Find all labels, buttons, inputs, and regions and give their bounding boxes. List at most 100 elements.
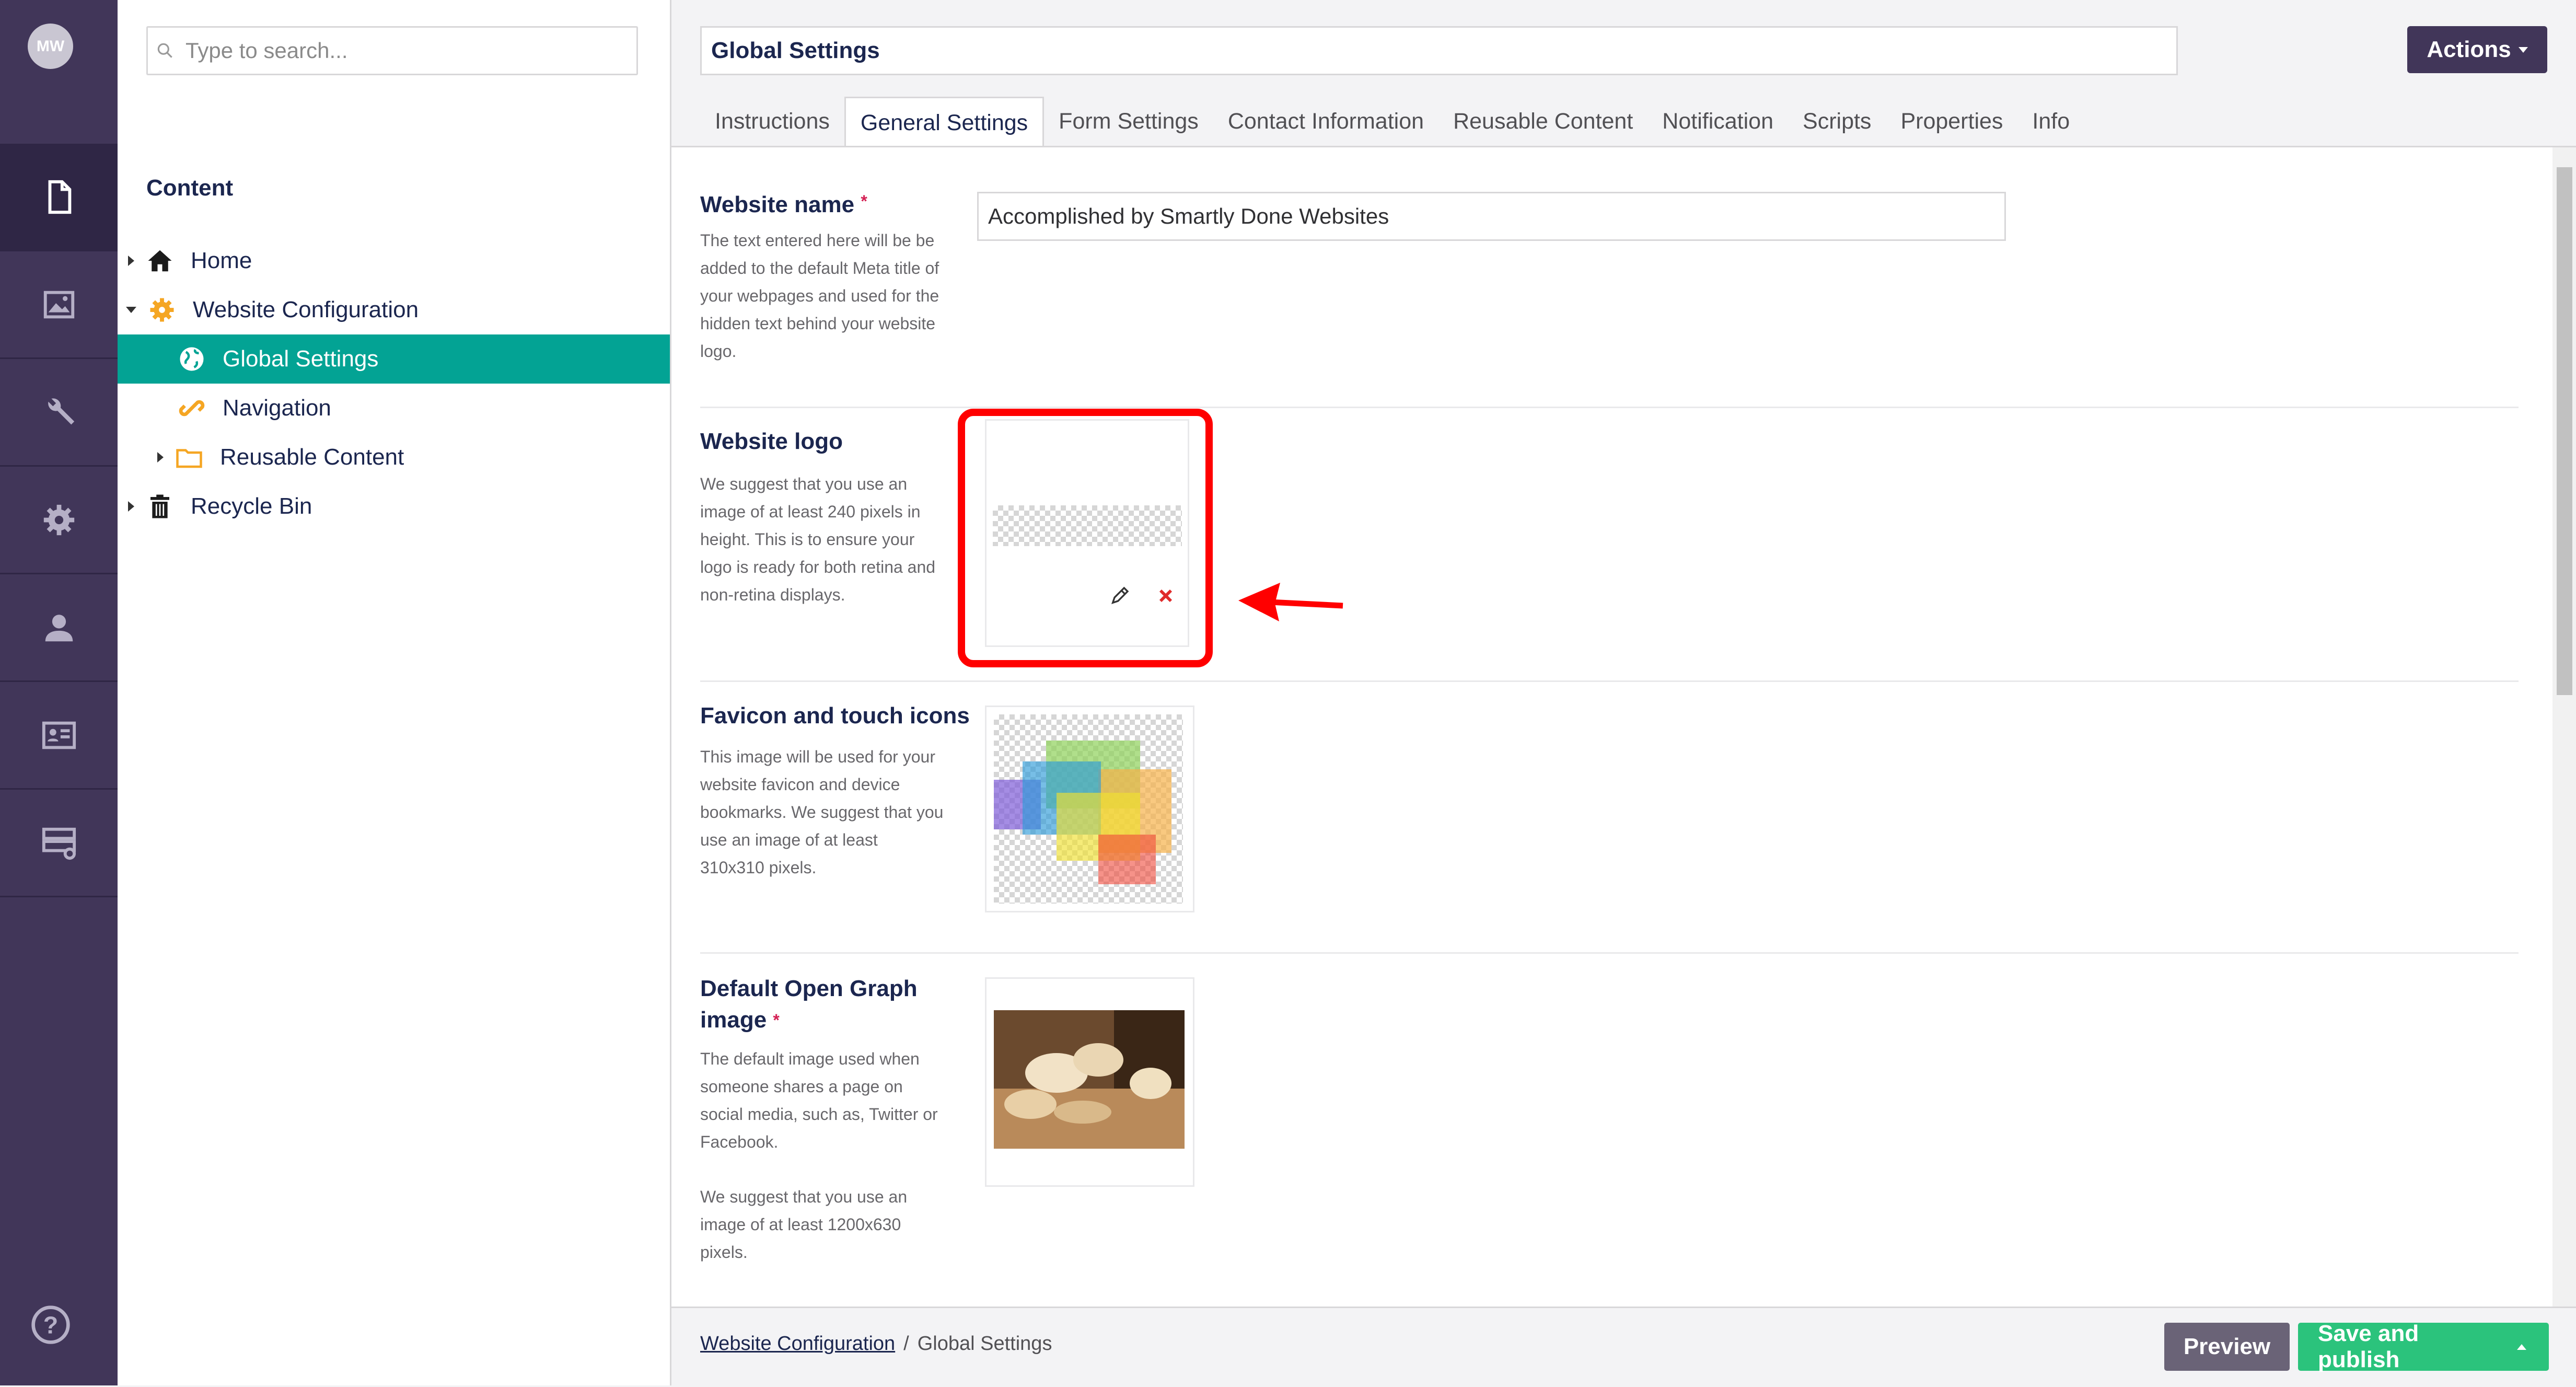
caret-right-icon[interactable] [128, 501, 134, 512]
website-name-description: The text entered here will be be added t… [700, 231, 939, 361]
gear-icon [150, 298, 174, 322]
actions-label: Actions [2427, 37, 2511, 62]
tree-item-label: Home [191, 248, 252, 273]
trash-icon [150, 494, 169, 518]
caret-right-icon[interactable] [157, 452, 164, 463]
field-divider [700, 680, 2519, 682]
favicon-image [994, 741, 1171, 884]
website-logo-label: Website logo [700, 429, 843, 454]
home-icon [148, 250, 172, 272]
tab-reusable-content[interactable]: Reusable Content [1438, 97, 1647, 146]
tree-search-input[interactable]: Type to search... [146, 26, 638, 75]
rail-users[interactable] [0, 574, 118, 682]
og-image-size-hint: We suggest that you use an image of at l… [700, 1187, 908, 1262]
tab-form-settings[interactable]: Form Settings [1044, 97, 1213, 146]
folder-icon [176, 449, 202, 468]
tab-general-settings[interactable]: General Settings [844, 97, 1045, 147]
required-marker: * [773, 1011, 780, 1030]
wrench-icon [48, 398, 74, 424]
publish-label: Save and publish [2318, 1321, 2419, 1372]
avatar-initials: MW [36, 37, 65, 55]
caret-right-icon[interactable] [128, 256, 134, 266]
user-avatar[interactable]: MW [28, 24, 73, 69]
tab-label: Scripts [1803, 108, 1872, 134]
save-and-publish-button[interactable]: Save and publish [2298, 1321, 2549, 1372]
tab-label: Properties [1900, 108, 2003, 134]
field-divider [700, 407, 2519, 408]
rail-members[interactable] [0, 682, 118, 790]
tab-bar: Instructions General Settings Form Setti… [700, 97, 2084, 147]
tree-item-label: Recycle Bin [191, 493, 312, 519]
tree-item-label: Navigation [223, 395, 331, 421]
link-icon [179, 400, 205, 417]
required-marker: * [861, 192, 867, 211]
annotation-highlight-box [958, 409, 1213, 667]
document-icon [48, 180, 71, 214]
tree-item-global-settings[interactable]: Global Settings [118, 334, 670, 384]
tab-label: Form Settings [1059, 108, 1199, 134]
favicon-card[interactable] [985, 706, 1194, 912]
image-icon [43, 291, 74, 318]
caret-down-icon[interactable] [126, 307, 136, 313]
tree-item-recycle-bin[interactable]: Recycle Bin [118, 482, 670, 531]
tab-info[interactable]: Info [2017, 97, 2084, 146]
breadcrumb-parent-link[interactable]: Website Configuration [700, 1333, 895, 1355]
preview-button[interactable]: Preview [2164, 1323, 2290, 1371]
svg-text:?: ? [43, 1312, 59, 1339]
rail-media[interactable] [0, 251, 118, 359]
tree-item-label: Reusable Content [220, 444, 404, 470]
tree-item-reusable-content[interactable]: Reusable Content [118, 433, 670, 482]
favicon-thumbnail[interactable] [994, 714, 1183, 904]
page-title-input[interactable]: Global Settings [700, 26, 2178, 75]
tab-scripts[interactable]: Scripts [1788, 97, 1886, 146]
og-image-card[interactable] [985, 977, 1194, 1187]
user-icon [45, 614, 73, 641]
page-title: Global Settings [711, 38, 880, 63]
tab-properties[interactable]: Properties [1886, 97, 2017, 146]
annotation-arrow-icon [1238, 583, 1343, 621]
website-name-label: Website name * [700, 192, 867, 218]
tab-instructions[interactable]: Instructions [700, 97, 844, 146]
field-divider [700, 952, 2519, 954]
field-label: Default Open Graph image [700, 976, 918, 1033]
breadcrumb-separator: / [903, 1333, 909, 1355]
search-icon [157, 43, 172, 58]
rail-forms[interactable] [0, 790, 118, 897]
tree-item-label: Website Configuration [193, 297, 419, 322]
rail-settings[interactable] [0, 359, 118, 467]
editor-pane: Website name * The text entered here wil… [671, 147, 2552, 1307]
help-icon[interactable]: ? [30, 1304, 72, 1346]
editor-footer: Website Configuration / Global Settings … [671, 1307, 2576, 1387]
website-name-value: Accomplished by Smartly Done Websites [988, 204, 1389, 228]
tree-item-website-configuration[interactable]: Website Configuration [118, 285, 670, 334]
actions-button[interactable]: Actions [2407, 26, 2547, 73]
og-image-thumbnail[interactable] [994, 1010, 1185, 1149]
tab-label: Reusable Content [1453, 108, 1633, 134]
preview-label: Preview [2183, 1334, 2271, 1359]
tab-notification[interactable]: Notification [1647, 97, 1788, 146]
rail-packages[interactable] [0, 467, 118, 574]
website-name-input[interactable]: Accomplished by Smartly Done Websites [977, 192, 2006, 241]
gear-icon [43, 504, 74, 535]
og-image-description: The default image used when someone shar… [700, 1049, 938, 1151]
tree-item-navigation[interactable]: Navigation [118, 384, 670, 433]
rail-content[interactable] [0, 144, 118, 251]
contact-card-icon [42, 721, 76, 749]
tab-label: General Settings [860, 110, 1028, 135]
favicon-description: This image will be used for your website… [700, 747, 944, 877]
tab-label: Notification [1662, 108, 1774, 134]
chevron-up-icon[interactable] [2517, 1344, 2526, 1350]
tree-item-label: Global Settings [223, 346, 379, 372]
scrollbar-thumb[interactable] [2557, 167, 2572, 695]
tab-label: Info [2032, 108, 2070, 134]
globe-icon [180, 347, 204, 371]
website-logo-description: We suggest that you use an image of at l… [700, 475, 936, 604]
tab-label: Instructions [715, 108, 830, 134]
tree-item-home[interactable]: Home [118, 236, 670, 285]
section-rail: MW ? [0, 0, 118, 1385]
search-placeholder: Type to search... [185, 38, 348, 63]
breadcrumb: Website Configuration / Global Settings [700, 1333, 1052, 1355]
tab-label: Contact Information [1227, 108, 1424, 134]
content-tree-panel: Type to search... Content Home Website C… [118, 0, 671, 1385]
tab-contact-information[interactable]: Contact Information [1213, 97, 1438, 146]
